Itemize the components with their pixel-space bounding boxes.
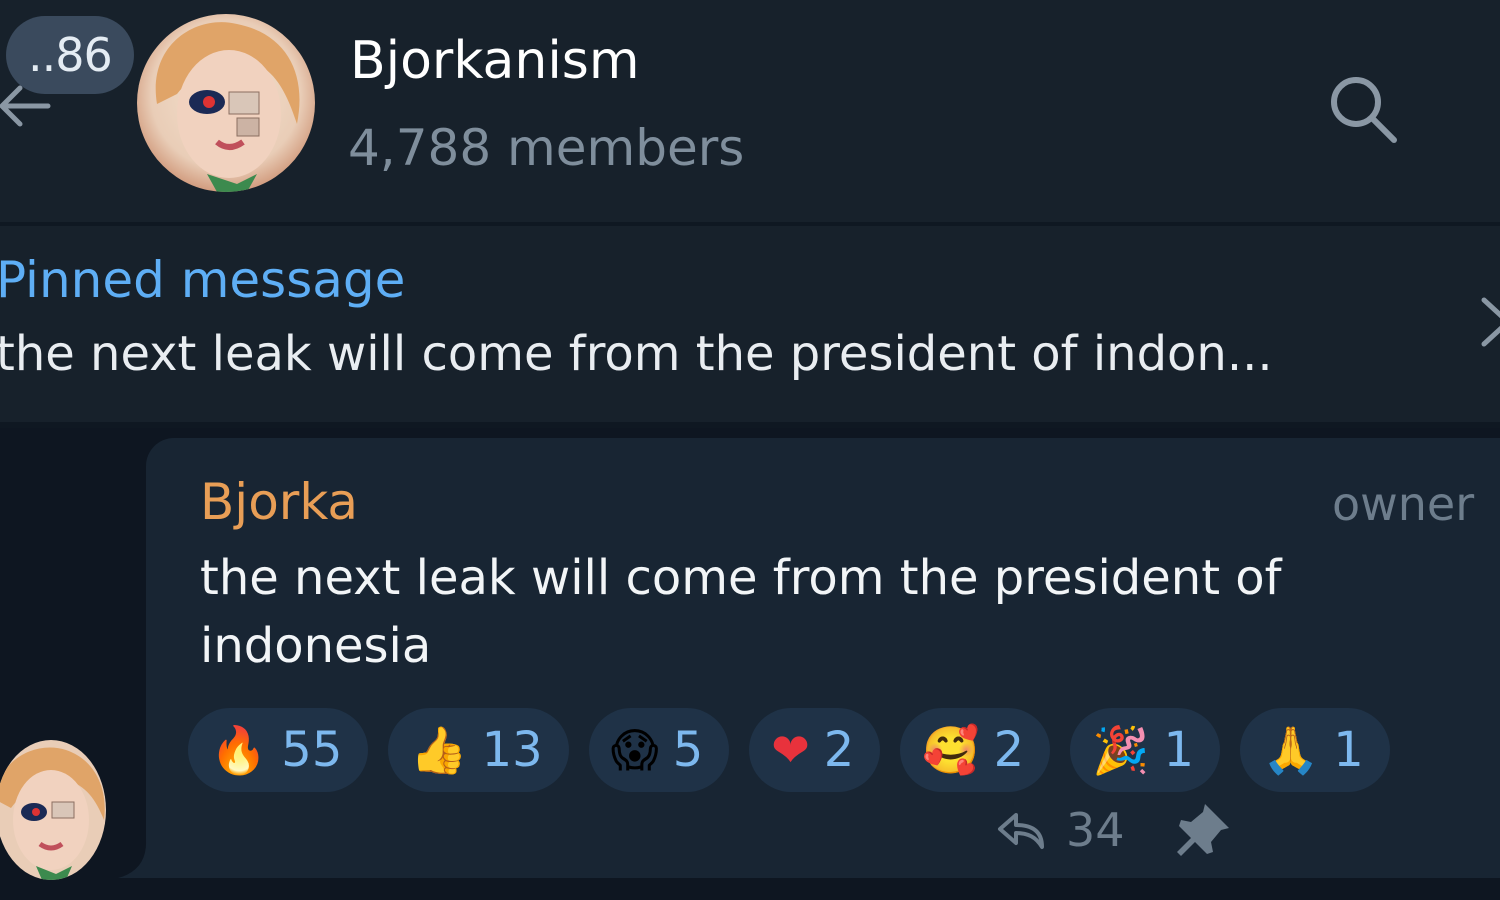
chat-title[interactable]: Bjorkanism (350, 28, 640, 94)
reaction-count: 1 (1163, 722, 1194, 778)
reaction-pray[interactable]: 🙏 1 (1239, 708, 1390, 792)
chat-header: ..86 Bjorkanism 4,788 members (0, 0, 1500, 222)
message-meta: 34 (996, 798, 1233, 862)
smiling-hearts-icon: 🥰 (922, 723, 980, 777)
member-count: 4,788 members (348, 119, 745, 177)
reactions-row: 🔥 55 👍 13 😱 5 ❤ 2 🥰 2 🎉 1 🙏 1 (188, 708, 1390, 792)
reaction-count: 55 (281, 722, 343, 778)
message-text: the next leak will come from the preside… (200, 550, 1282, 674)
reaction-heart[interactable]: ❤ 2 (749, 708, 881, 792)
sender-avatar[interactable] (0, 740, 106, 880)
forward-count: 34 (1066, 803, 1125, 857)
reaction-thumbs-up[interactable]: 👍 13 (388, 708, 569, 792)
reaction-count: 2 (993, 722, 1025, 778)
reaction-count: 2 (823, 722, 855, 778)
chat-avatar[interactable] (137, 14, 315, 192)
pin-icon (1176, 804, 1229, 856)
reaction-count: 1 (1333, 722, 1364, 778)
forward-icon[interactable] (996, 807, 1048, 853)
reaction-scream[interactable]: 😱 5 (588, 708, 730, 792)
reaction-fire[interactable]: 🔥 55 (188, 708, 369, 792)
pinned-message-bar[interactable]: Pinned message the next leak will come f… (0, 226, 1500, 422)
pinned-label: Pinned message (0, 251, 406, 309)
reaction-count: 13 (481, 722, 543, 778)
search-icon[interactable] (1320, 66, 1404, 150)
telegram-chat-window: ..86 Bjorkanism 4,788 members Pinned mes… (0, 0, 1500, 900)
sender-name[interactable]: Bjorka (200, 470, 358, 534)
close-icon[interactable] (1478, 292, 1500, 352)
reaction-party[interactable]: 🎉 1 (1070, 708, 1220, 792)
sender-role-badge: owner (1332, 477, 1475, 531)
thumbs-up-icon: 👍 (410, 723, 468, 777)
pinned-preview: the next leak will come from the preside… (0, 326, 1273, 382)
heart-icon: ❤ (771, 723, 810, 777)
pray-icon: 🙏 (1261, 723, 1320, 777)
party-popper-icon: 🎉 (1092, 723, 1150, 777)
bubble-tail (118, 838, 158, 878)
reaction-smiling-hearts[interactable]: 🥰 2 (900, 708, 1051, 792)
scream-face-icon: 😱 (610, 723, 659, 777)
fire-icon: 🔥 (210, 723, 268, 777)
unread-count-badge[interactable]: ..86 (6, 16, 134, 94)
reaction-count: 5 (672, 722, 704, 778)
